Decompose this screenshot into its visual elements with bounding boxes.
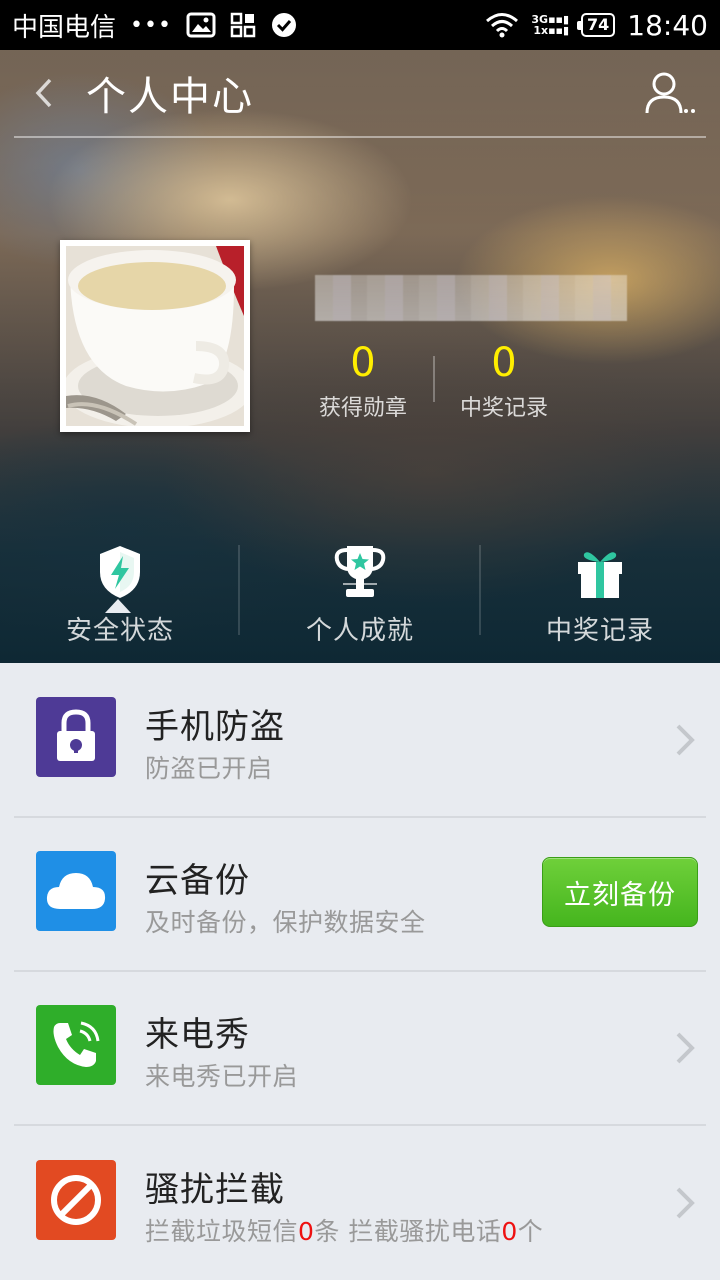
medals-count: 0 (350, 340, 376, 386)
phone-icon (36, 1005, 116, 1085)
active-tab-pointer (105, 599, 131, 613)
tab-prize-records[interactable]: 中奖记录 (480, 540, 720, 663)
notification-dots: ••• (130, 12, 172, 38)
lock-icon (36, 697, 116, 777)
gallery-icon (186, 12, 216, 38)
list-item-caller-show[interactable]: 来电秀 来电秀已开启 (0, 971, 720, 1125)
network-type-bottom: 1x (533, 24, 549, 37)
tab-separator (238, 545, 240, 635)
list-item-subtitle: 来电秀已开启 (145, 1062, 299, 1091)
user-icon (645, 72, 695, 114)
chevron-right-icon (676, 724, 695, 756)
account-button[interactable] (636, 50, 706, 137)
feature-list: 手机防盗 防盗已开启 云备份 及时备份，保护数据安全 立刻备份 来电秀 来电秀已… (0, 663, 720, 1280)
blocked-calls-suffix: 个 (517, 1217, 544, 1246)
list-item-anti-theft[interactable]: 手机防盗 防盗已开启 (0, 663, 720, 817)
avatar[interactable] (60, 240, 250, 432)
tab-separator (479, 545, 481, 635)
stat-medals[interactable]: 0 获得勋章 (293, 340, 433, 422)
prizes-label: 中奖记录 (459, 396, 548, 421)
list-item-subtitle: 防盗已开启 (145, 754, 273, 783)
list-item-title: 骚扰拦截 (145, 1170, 285, 1210)
blocked-calls-prefix: 条 拦截骚扰电话 (314, 1217, 502, 1246)
list-item-subtitle: 及时备份，保护数据安全 (145, 908, 426, 937)
signal-icon: 3G▪▪▮ 1x▪▪▮ (531, 13, 570, 37)
profile-header: 个人中心 0 获得勋章 0 中奖记录 安全状态 个人成就 中奖记录 (0, 50, 720, 663)
carrier-label: 中国电信 (12, 12, 117, 43)
list-item-harassment-block[interactable]: 骚扰拦截 拦截垃圾短信0条 拦截骚扰电话0个 (0, 1126, 720, 1280)
blocked-calls-count: 0 (501, 1217, 518, 1246)
avatar-image (66, 246, 244, 426)
block-icon (36, 1160, 116, 1240)
stat-prizes[interactable]: 0 中奖记录 (434, 340, 574, 422)
apps-icon (230, 12, 256, 38)
list-item-title: 来电秀 (145, 1015, 250, 1055)
tab-prize-records-label: 中奖记录 (545, 616, 654, 646)
list-item-title: 手机防盗 (145, 707, 285, 747)
gift-icon (578, 552, 622, 598)
back-button[interactable] (14, 50, 74, 137)
clock: 18:40 (627, 8, 708, 42)
list-item-title: 云备份 (145, 861, 250, 901)
tab-security-status-label: 安全状态 (65, 616, 174, 646)
cloud-icon (36, 851, 116, 931)
status-bar: 中国电信 ••• 3G▪▪▮ 1x▪▪▮ 74 18:40 (0, 0, 720, 50)
blocked-sms-count: 0 (298, 1217, 315, 1246)
check-circle-icon (270, 11, 298, 39)
tab-achievements[interactable]: 个人成就 (240, 540, 480, 663)
shield-bolt-icon (100, 546, 140, 598)
trophy-icon (334, 546, 386, 597)
page-title: 个人中心 (86, 74, 254, 120)
tab-achievements-label: 个人成就 (305, 616, 414, 646)
chevron-left-icon (35, 78, 52, 108)
username-blurred (315, 275, 627, 321)
chevron-right-icon (676, 1187, 695, 1219)
wifi-icon (485, 11, 519, 39)
battery-indicator: 74 (577, 13, 616, 37)
backup-now-button[interactable]: 立刻备份 (542, 857, 698, 927)
list-item-subtitle: 拦截垃圾短信0条 拦截骚扰电话0个 (145, 1212, 543, 1248)
medals-label: 获得勋章 (318, 396, 407, 421)
blocked-sms-prefix: 拦截垃圾短信 (145, 1217, 299, 1246)
chevron-right-icon (676, 1032, 695, 1064)
prizes-count: 0 (491, 340, 517, 386)
title-bar: 个人中心 (14, 50, 706, 138)
list-item-cloud-backup[interactable]: 云备份 及时备份，保护数据安全 立刻备份 (0, 817, 720, 971)
